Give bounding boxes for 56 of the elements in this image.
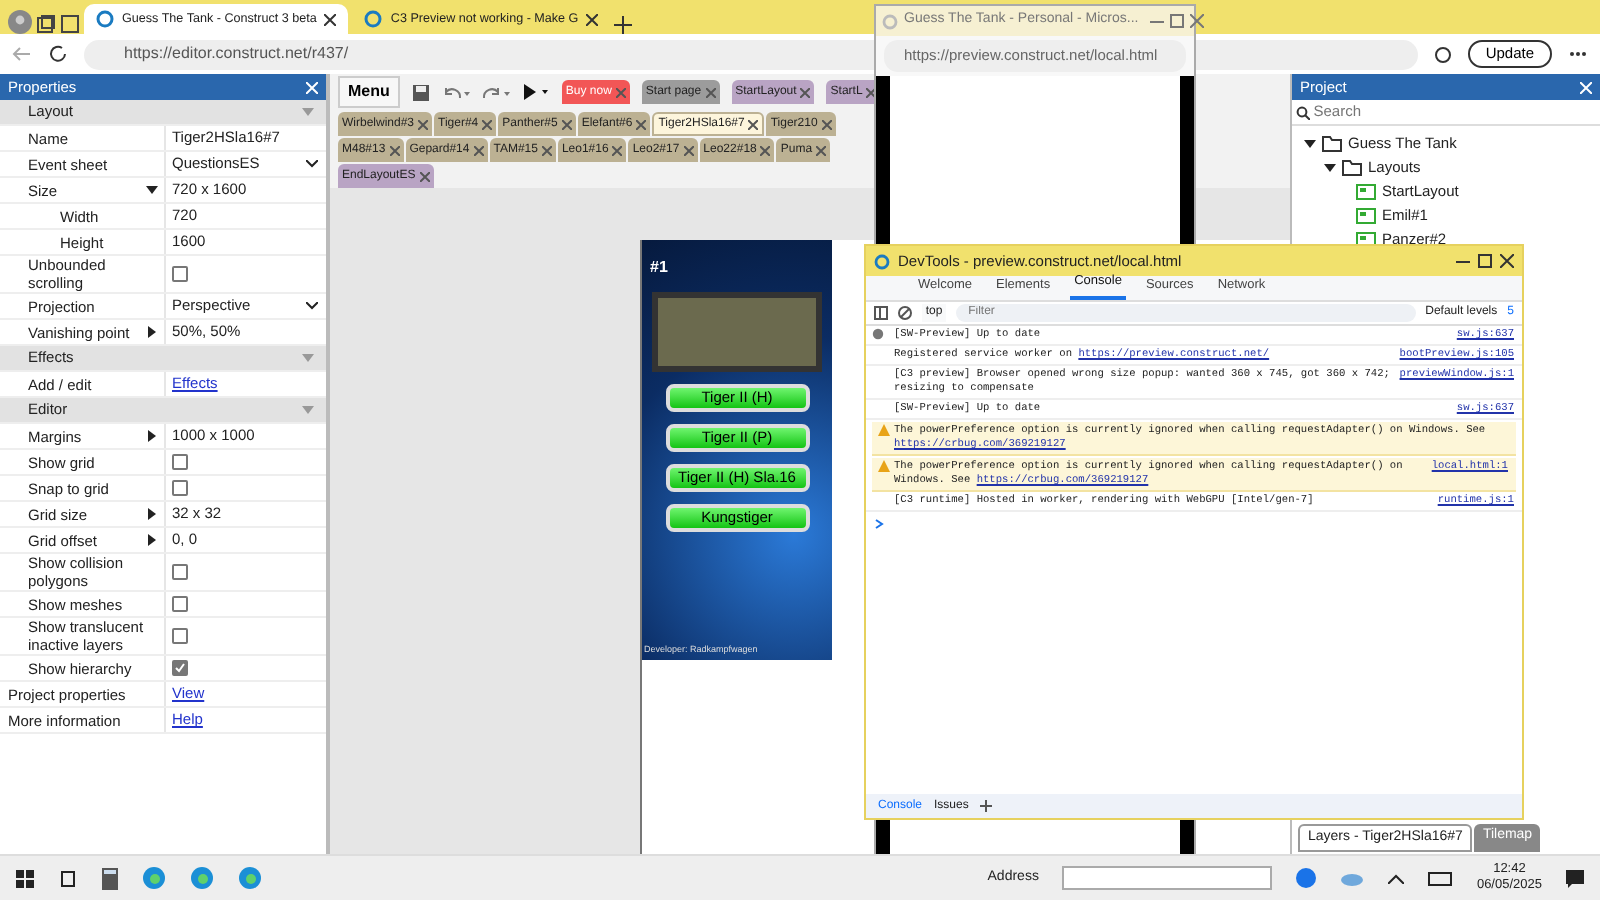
start-icon[interactable] — [16, 869, 34, 887]
dropdown-icon[interactable] — [306, 160, 318, 168]
new-tab-icon[interactable] — [614, 16, 633, 34]
maximize-icon[interactable] — [1478, 254, 1492, 268]
layout-icon — [1356, 208, 1376, 224]
redo-icon[interactable] — [481, 85, 510, 99]
sidebar-icon[interactable] — [874, 306, 888, 320]
collapsed-arrow-icon[interactable] — [146, 430, 158, 442]
undo-icon[interactable] — [441, 85, 470, 99]
address-field[interactable] — [1062, 866, 1273, 890]
browser-icon — [874, 253, 890, 269]
close-icon[interactable] — [866, 87, 877, 97]
warning-icon — [878, 460, 890, 472]
checkbox[interactable] — [172, 564, 188, 580]
expanded-arrow-icon[interactable] — [1324, 162, 1336, 174]
browser-icon[interactable] — [238, 866, 262, 890]
add-icon[interactable] — [980, 800, 993, 812]
notification-icon[interactable] — [1566, 869, 1584, 887]
warning-icon — [878, 424, 890, 436]
keyboard-icon[interactable] — [1428, 871, 1453, 885]
search-icon — [1295, 105, 1310, 119]
expanded-arrow-icon[interactable] — [1304, 138, 1316, 150]
close-icon[interactable] — [748, 119, 759, 129]
close-icon[interactable] — [586, 13, 599, 25]
browser-icon[interactable] — [190, 866, 214, 890]
more-icon[interactable] — [1568, 50, 1588, 58]
collapsed-arrow-icon[interactable] — [146, 534, 158, 546]
close-icon[interactable] — [1500, 254, 1514, 268]
checkbox[interactable] — [172, 628, 188, 644]
dropdown-icon[interactable] — [306, 302, 318, 310]
refresh-icon[interactable] — [48, 44, 68, 64]
checkbox[interactable] — [172, 266, 188, 282]
checkbox[interactable] — [172, 660, 188, 676]
info-icon — [872, 328, 884, 340]
checkbox[interactable] — [172, 454, 188, 470]
checkbox[interactable] — [172, 480, 188, 496]
browser-icon — [882, 13, 898, 29]
clear-icon[interactable] — [898, 306, 912, 320]
task-view-icon[interactable] — [58, 869, 78, 887]
expanded-arrow-icon[interactable] — [146, 184, 158, 196]
checkbox[interactable] — [172, 596, 188, 612]
save-icon[interactable] — [411, 83, 430, 101]
chevron-up-icon[interactable] — [1388, 873, 1405, 883]
collapsed-arrow-icon[interactable] — [146, 326, 158, 338]
layout-icon — [1356, 184, 1376, 200]
collapsed-arrow-icon[interactable] — [146, 508, 158, 520]
prompt-icon — [873, 518, 884, 531]
play-icon[interactable] — [521, 84, 550, 100]
close-icon[interactable] — [324, 13, 337, 25]
browser-icon[interactable] — [142, 866, 166, 890]
workspaces-icon[interactable] — [36, 14, 56, 34]
calculator-icon[interactable] — [102, 867, 118, 889]
tab-actions-icon[interactable] — [60, 14, 80, 34]
menu-button[interactable]: Menu — [338, 76, 400, 108]
question-number: #1 — [650, 256, 668, 280]
back-icon[interactable] — [12, 44, 32, 64]
